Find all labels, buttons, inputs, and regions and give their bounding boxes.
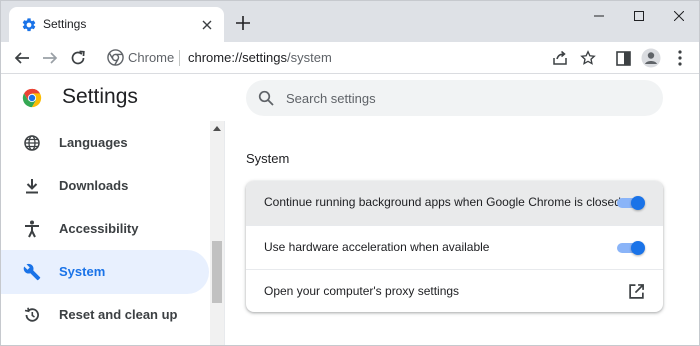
tab-settings[interactable]: Settings xyxy=(9,7,224,42)
site-chip: Chrome xyxy=(128,50,175,65)
setting-row-hardware-acceleration[interactable]: Use hardware acceleration when available xyxy=(246,225,663,269)
toolbar: Chrome chrome://settings/system xyxy=(1,42,699,74)
setting-row-proxy[interactable]: Open your computer's proxy settings xyxy=(246,269,663,312)
maximize-icon[interactable] xyxy=(626,7,652,25)
settings-page: Settings Languages Downloads xyxy=(1,75,699,345)
globe-icon xyxy=(23,134,41,152)
address-bar[interactable]: Chrome chrome://settings/system xyxy=(97,43,607,72)
forward-icon[interactable] xyxy=(39,47,61,69)
system-settings-card: Continue running background apps when Go… xyxy=(246,181,663,312)
download-icon xyxy=(23,177,41,195)
hardware-acceleration-toggle[interactable] xyxy=(617,241,645,255)
setting-label: Continue running background apps when Go… xyxy=(264,195,621,209)
search-box[interactable] xyxy=(246,80,663,116)
setting-label: Use hardware acceleration when available xyxy=(264,240,490,254)
toggle-knob xyxy=(631,196,645,210)
accessibility-icon xyxy=(23,220,41,238)
sidebar-scrollbar[interactable] xyxy=(210,121,224,345)
search-icon xyxy=(258,90,274,106)
tab-title: Settings xyxy=(43,17,87,31)
url-path: /system xyxy=(287,50,332,65)
setting-row-background-apps[interactable]: Continue running background apps when Go… xyxy=(246,181,663,225)
reload-icon[interactable] xyxy=(67,47,89,69)
omnibox-separator xyxy=(179,50,180,66)
scroll-thumb[interactable] xyxy=(212,241,222,303)
sidebar-item-downloads[interactable]: Downloads xyxy=(1,164,209,208)
sidebar-item-reset[interactable]: Reset and clean up xyxy=(1,293,209,337)
tab-strip: Settings xyxy=(1,1,699,42)
setting-label: Open your computer's proxy settings xyxy=(264,284,460,298)
background-apps-toggle[interactable] xyxy=(617,196,645,210)
profile-avatar-icon[interactable] xyxy=(640,47,662,69)
sidebar-item-system[interactable]: System xyxy=(1,250,209,294)
sidebar-item-label: Downloads xyxy=(59,178,129,193)
scroll-up-arrow-icon[interactable] xyxy=(213,126,221,131)
browser-window: Settings Chrome chrome://settings/system… xyxy=(0,0,700,346)
sidebar-item-languages[interactable]: Languages xyxy=(1,121,209,165)
bookmark-star-icon[interactable] xyxy=(577,47,599,69)
sidebar-item-label: System xyxy=(59,264,106,279)
chrome-logo-icon xyxy=(22,88,42,108)
sidebar-item-label: Reset and clean up xyxy=(59,307,178,322)
search-input[interactable] xyxy=(286,88,646,108)
settings-header: Settings xyxy=(1,75,223,121)
toggle-knob xyxy=(631,241,645,255)
page-title: Settings xyxy=(62,85,138,108)
url-host: chrome://settings xyxy=(188,50,287,65)
kebab-menu-icon[interactable] xyxy=(669,47,691,69)
minimize-icon[interactable] xyxy=(586,7,612,25)
divider xyxy=(224,121,225,345)
sidebar-item-label: Accessibility xyxy=(59,221,139,236)
share-icon[interactable] xyxy=(549,47,571,69)
close-icon[interactable] xyxy=(666,7,692,25)
tab-close-icon[interactable] xyxy=(198,16,216,34)
sidebar-item-label: Languages xyxy=(59,135,128,150)
gear-icon xyxy=(22,18,36,32)
section-title: System xyxy=(246,151,290,166)
wrench-icon xyxy=(23,263,41,281)
restore-icon xyxy=(23,306,41,324)
external-link-icon[interactable] xyxy=(628,283,645,300)
back-icon[interactable] xyxy=(11,47,33,69)
url-text: chrome://settings/system xyxy=(188,50,332,65)
chrome-site-icon xyxy=(107,49,124,66)
new-tab-button[interactable] xyxy=(233,14,253,34)
sidebar-item-accessibility[interactable]: Accessibility xyxy=(1,207,209,251)
side-panel-icon[interactable] xyxy=(612,47,634,69)
